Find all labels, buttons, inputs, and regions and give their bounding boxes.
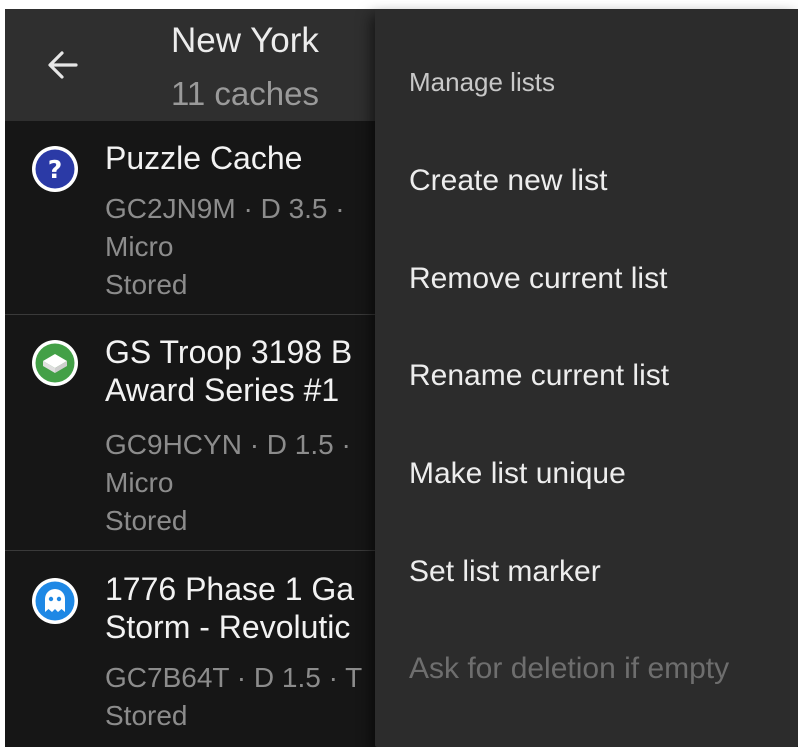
menu-item-create-new-list[interactable]: Create new list [409,164,607,198]
cache-count: 11 caches [171,75,319,112]
cache-code: GC2JN9M · D 3.5 · [105,193,345,224]
cache-status: Stored [105,269,188,300]
cache-title-line-1: GS Troop 3198 B [105,334,353,370]
cache-size: Micro [105,231,174,262]
menu-item-rename-current-list[interactable]: Rename current list [409,359,669,393]
manage-lists-menu: Manage lists Create new list Remove curr… [375,9,798,747]
cache-code: GC9HCYN · D 1.5 · [105,429,351,460]
menu-item-remove-current-list[interactable]: Remove current list [409,262,667,296]
cache-size: Micro [105,467,174,498]
cache-title-line-2: Award Series #1 [105,372,340,408]
menu-item-make-list-unique[interactable]: Make list unique [409,457,626,491]
traditional-box-icon [32,340,78,386]
cache-title-line-2: Storm - Revolutic [105,609,351,645]
cache-status: Stored [105,700,188,731]
menu-header: Manage lists [409,67,555,97]
menu-item-set-list-marker[interactable]: Set list marker [409,555,601,589]
puzzle-question-icon: ? [32,146,78,192]
cache-title: Puzzle Cache [105,140,303,176]
ghost-icon [32,578,78,624]
arrow-back-icon[interactable] [43,45,83,85]
cache-title-line-1: 1776 Phase 1 Ga [105,571,355,607]
svg-text:?: ? [48,155,63,184]
list-title: New York [171,21,319,60]
menu-item-ask-for-deletion-if-empty: Ask for deletion if empty [409,652,730,685]
cache-code: GC7B64T · D 1.5 · T [105,662,363,693]
cache-status: Stored [105,505,188,536]
